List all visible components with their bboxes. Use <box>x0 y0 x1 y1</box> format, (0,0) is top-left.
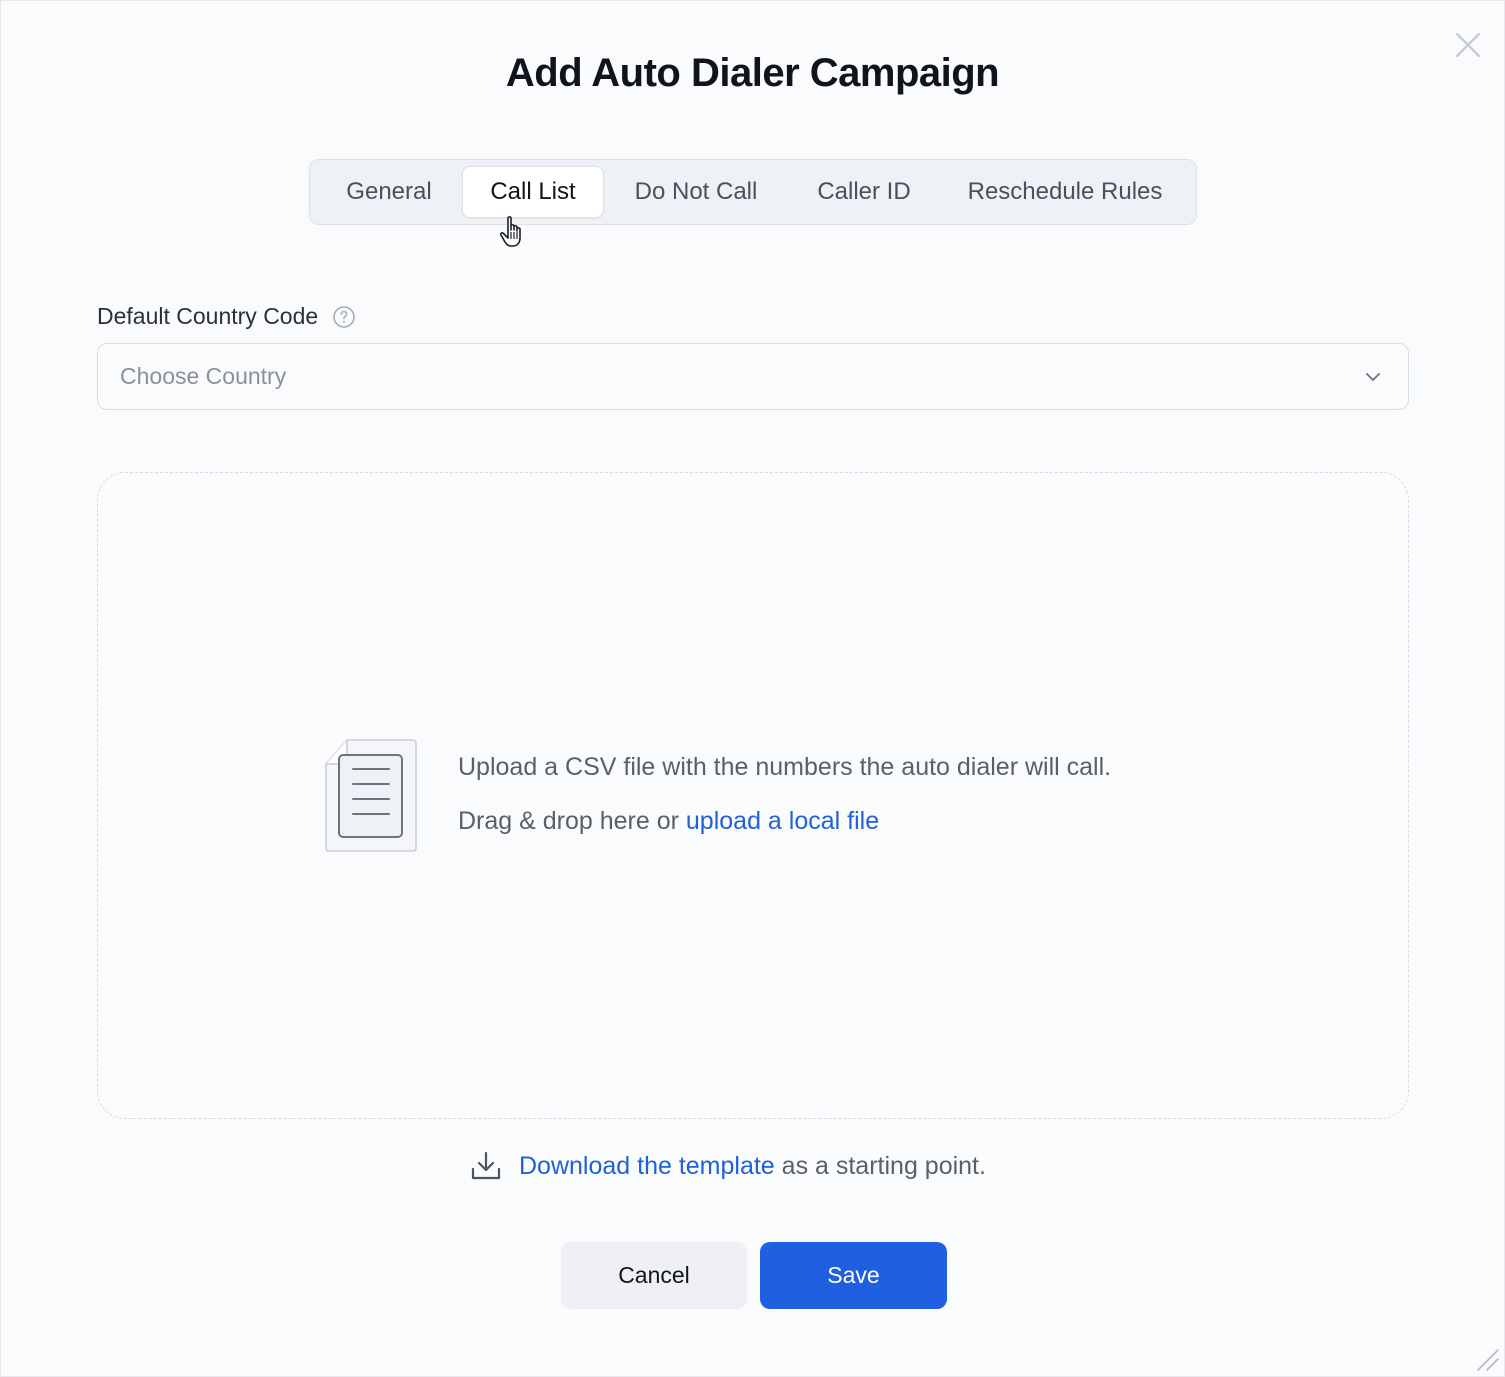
upload-instructions: Upload a CSV file with the numbers the a… <box>458 753 1112 781</box>
dialog-title: Add Auto Dialer Campaign <box>505 51 1000 95</box>
country-code-label-text: Default Country Code <box>97 303 319 329</box>
drag-drop-text: Drag & drop here or <box>458 807 686 835</box>
csv-dropzone[interactable] <box>97 472 1409 1119</box>
tab-general[interactable]: General <box>316 166 462 218</box>
resize-handle-icon[interactable] <box>1474 1346 1500 1372</box>
download-template-link[interactable]: Download the template <box>519 1152 775 1180</box>
document-icon <box>325 739 417 852</box>
country-select-placeholder: Choose Country <box>120 363 287 389</box>
upload-drag-drop-line: Drag & drop here or upload a local file <box>458 807 879 836</box>
cancel-button[interactable]: Cancel <box>561 1242 747 1309</box>
tab-do-not-call[interactable]: Do Not Call <box>604 166 788 218</box>
question-circle-icon[interactable] <box>332 305 356 329</box>
save-button[interactable]: Save <box>760 1242 947 1309</box>
download-icon[interactable] <box>469 1149 503 1183</box>
chevron-down-icon <box>1366 373 1380 381</box>
tab-call-list[interactable]: Call List <box>462 166 604 218</box>
tab-caller-id[interactable]: Caller ID <box>788 166 940 218</box>
country-code-label: Default Country Code <box>97 303 356 330</box>
hand-pointer-icon <box>499 216 521 247</box>
country-select[interactable]: Choose Country <box>97 343 1409 410</box>
add-campaign-dialog: Add Auto Dialer Campaign General Call Li… <box>0 0 1505 1377</box>
download-template-row: Download the template as a starting poin… <box>469 1149 986 1183</box>
download-template-suffix: as a starting point. <box>774 1151 986 1180</box>
upload-local-file-link[interactable]: upload a local file <box>686 807 879 835</box>
tab-reschedule-rules[interactable]: Reschedule Rules <box>940 166 1190 218</box>
tab-bar: General Call List Do Not Call Caller ID … <box>309 159 1197 225</box>
